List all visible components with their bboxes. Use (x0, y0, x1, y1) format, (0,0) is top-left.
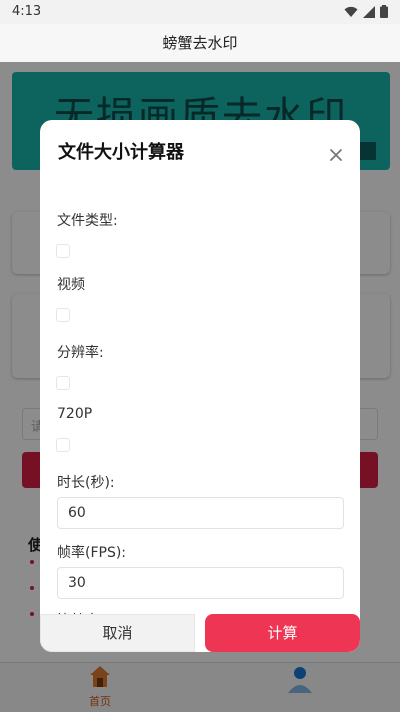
status-icons (344, 5, 388, 18)
dialog-title: 文件大小计算器 (58, 142, 184, 163)
status-bar: 4:13 (0, 0, 400, 24)
status-time: 4:13 (12, 4, 42, 19)
dialog-footer: 取消 计算 (40, 614, 360, 652)
file-type-value[interactable]: 视频 (57, 274, 85, 294)
duration-label: 时长(秒): (57, 475, 115, 491)
duration-input[interactable]: 60 (57, 497, 344, 529)
app-bar: 螃蟹去水印 (0, 24, 400, 62)
battery-icon (380, 5, 388, 18)
resolution-value[interactable]: 720P (57, 406, 92, 422)
file-size-calculator-dialog: 文件大小计算器 文件类型: 视频 分辨率: 720P 时长(秒): 60 帧率(… (40, 120, 360, 652)
fps-label: 帧率(FPS): (57, 545, 127, 561)
close-icon[interactable] (327, 146, 345, 164)
file-type-label: 文件类型: (57, 213, 118, 229)
fps-input[interactable]: 30 (57, 567, 344, 599)
file-type-option-toggle[interactable] (56, 308, 70, 322)
resolution-option-toggle[interactable] (56, 438, 70, 452)
wifi-icon (344, 6, 358, 17)
resolution-picker[interactable] (56, 376, 70, 390)
resolution-label: 分辨率: (57, 345, 104, 361)
app-title: 螃蟹去水印 (162, 34, 238, 52)
signal-icon (363, 5, 375, 18)
calculate-button[interactable]: 计算 (205, 614, 360, 652)
file-type-picker[interactable] (56, 244, 70, 258)
cancel-button[interactable]: 取消 (40, 614, 195, 652)
